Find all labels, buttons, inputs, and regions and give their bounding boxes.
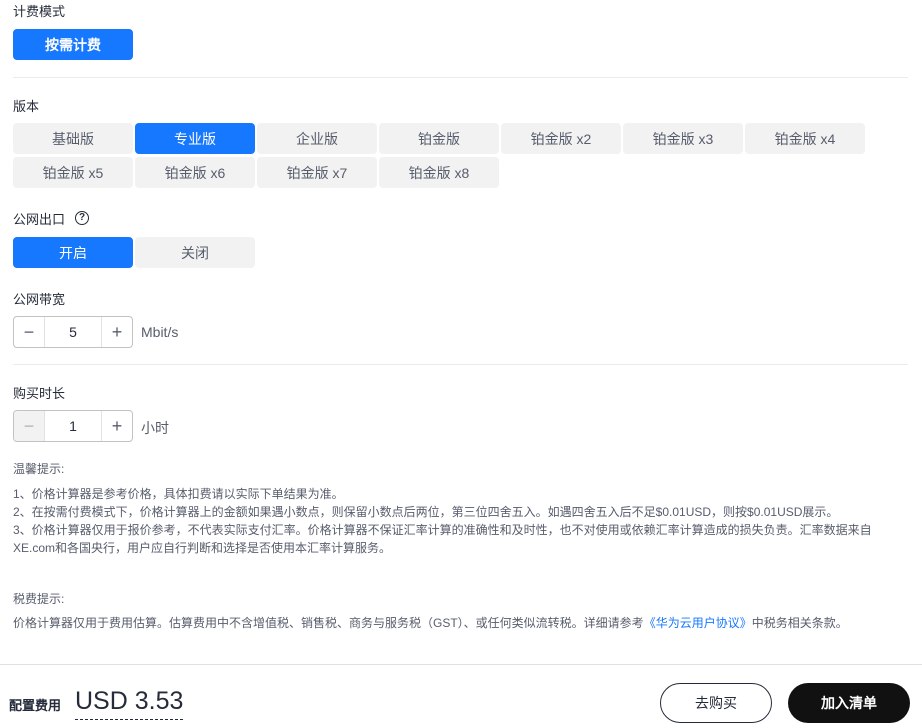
duration-label: 购买时长 <box>13 386 66 401</box>
tax-text-after: 中税务相关条款。 <box>751 616 848 630</box>
bandwidth-label: 公网带宽 <box>13 292 66 307</box>
tips-title: 温馨提示: <box>13 462 65 476</box>
bandwidth-increment-button[interactable]: + <box>101 317 132 347</box>
buy-now-button[interactable]: 去购买 <box>660 683 772 723</box>
edition-label: 版本 <box>13 99 40 114</box>
edition-option-platinum-x8[interactable]: 铂金版 x8 <box>379 157 499 188</box>
edition-option-platinum-x2[interactable]: 铂金版 x2 <box>501 123 621 154</box>
add-to-list-button[interactable]: 加入清单 <box>788 683 910 723</box>
duration-increment-button[interactable]: + <box>101 411 132 441</box>
edition-option-platinum-x4[interactable]: 铂金版 x4 <box>745 123 865 154</box>
bandwidth-input[interactable]: 5 <box>45 317 101 347</box>
tax-title: 税费提示: <box>13 592 65 606</box>
billing-mode-label: 计费模式 <box>13 4 66 19</box>
edition-option-platinum[interactable]: 铂金版 <box>379 123 499 154</box>
question-circle-icon[interactable]: ? <box>75 211 89 225</box>
edition-option-basic[interactable]: 基础版 <box>13 123 133 154</box>
edition-option-platinum-x6[interactable]: 铂金版 x6 <box>135 157 255 188</box>
price-label: 配置费用 <box>9 698 62 713</box>
egress-option-off[interactable]: 关闭 <box>135 237 255 268</box>
bandwidth-stepper: − 5 + <box>13 316 133 348</box>
tax-text-before: 价格计算器仅用于费用估算。估算费用中不含增值税、销售税、商务与服务税（GST）、… <box>13 616 644 630</box>
edition-option-enterprise[interactable]: 企业版 <box>257 123 377 154</box>
divider <box>13 364 908 365</box>
edition-option-platinum-x5[interactable]: 铂金版 x5 <box>13 157 133 188</box>
tips-line-2: 2、在按需付费模式下，价格计算器上的金额如果遇小数点，则保留小数点后两位，第三位… <box>13 505 839 519</box>
footer-divider <box>0 664 922 665</box>
tax-text: 价格计算器仅用于费用估算。估算费用中不含增值税、销售税、商务与服务税（GST）、… <box>13 615 893 632</box>
billing-option-on-demand[interactable]: 按需计费 <box>13 29 133 60</box>
public-egress-label: 公网出口 <box>13 212 66 227</box>
duration-stepper: − 1 + <box>13 410 133 442</box>
price-value[interactable]: USD 3.53 <box>75 685 184 720</box>
egress-option-on[interactable]: 开启 <box>13 237 133 268</box>
duration-input[interactable]: 1 <box>45 411 101 441</box>
divider <box>13 77 908 78</box>
edition-option-platinum-x7[interactable]: 铂金版 x7 <box>257 157 377 188</box>
tips-line-3: 3、价格计算器仅用于报价参考，不代表实际支付汇率。价格计算器不保证汇率计算的准确… <box>13 523 872 537</box>
tips-line-1: 1、价格计算器是参考价格，具体扣费请以实际下单结果为准。 <box>13 487 344 501</box>
bandwidth-unit: Mbit/s <box>141 324 179 340</box>
edition-option-platinum-x3[interactable]: 铂金版 x3 <box>623 123 743 154</box>
edition-option-professional[interactable]: 专业版 <box>135 123 255 154</box>
tips-line-4: XE.com和各国央行，用户应自行判断和选择是否使用本汇率计算服务。 <box>13 541 392 555</box>
duration-decrement-button[interactable]: − <box>14 411 45 441</box>
user-agreement-link[interactable]: 《华为云用户协议》 <box>644 616 752 630</box>
duration-unit: 小时 <box>141 420 169 436</box>
bandwidth-decrement-button[interactable]: − <box>14 317 45 347</box>
